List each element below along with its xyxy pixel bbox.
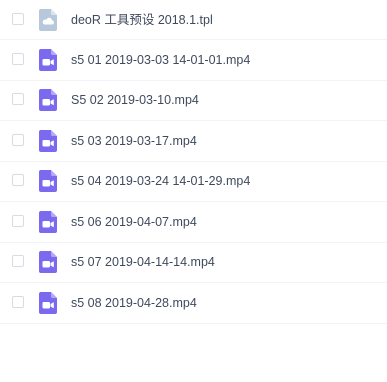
video-file-icon: [39, 129, 57, 152]
file-row[interactable]: s5 04 2019-03-24 14-01-29.mp4: [0, 162, 387, 202]
file-name[interactable]: s5 08 2019-04-28.mp4: [71, 295, 197, 311]
video-file-icon: [39, 291, 57, 314]
file-row[interactable]: s5 08 2019-04-28.mp4: [0, 283, 387, 324]
file-name[interactable]: s5 04 2019-03-24 14-01-29.mp4: [71, 173, 250, 189]
file-name[interactable]: s5 06 2019-04-07.mp4: [71, 214, 197, 230]
row-checkbox[interactable]: [12, 255, 24, 268]
row-checkbox[interactable]: [12, 12, 24, 25]
file-name[interactable]: s5 07 2019-04-14-14.mp4: [71, 254, 215, 270]
file-row[interactable]: s5 07 2019-04-14-14.mp4: [0, 243, 387, 283]
file-row[interactable]: s5 03 2019-03-17.mp4: [0, 121, 387, 162]
file-row[interactable]: s5 06 2019-04-07.mp4: [0, 202, 387, 243]
file-row[interactable]: s5 01 2019-03-03 14-01-01.mp4: [0, 40, 387, 81]
file-name[interactable]: deoR 工具预设 2018.1.tpl: [71, 12, 213, 28]
row-checkbox[interactable]: [12, 214, 24, 227]
video-file-icon: [39, 89, 57, 112]
file-name[interactable]: s5 01 2019-03-03 14-01-01.mp4: [71, 52, 250, 68]
row-checkbox[interactable]: [12, 133, 24, 146]
row-checkbox[interactable]: [12, 295, 24, 308]
file-name[interactable]: s5 03 2019-03-17.mp4: [71, 133, 197, 149]
video-file-icon: [39, 210, 57, 233]
row-checkbox[interactable]: [12, 174, 24, 187]
file-row[interactable]: deoR 工具预设 2018.1.tpl: [0, 0, 387, 40]
file-list: deoR 工具预设 2018.1.tpl s5 01 2019-03-03 14…: [0, 0, 387, 324]
cloud-file-icon: [39, 8, 57, 31]
row-checkbox[interactable]: [12, 52, 24, 65]
video-file-icon: [39, 251, 57, 274]
file-row[interactable]: S5 02 2019-03-10.mp4: [0, 81, 387, 121]
video-file-icon: [39, 48, 57, 71]
row-checkbox[interactable]: [12, 93, 24, 106]
file-name[interactable]: S5 02 2019-03-10.mp4: [71, 92, 199, 108]
video-file-icon: [39, 170, 57, 193]
